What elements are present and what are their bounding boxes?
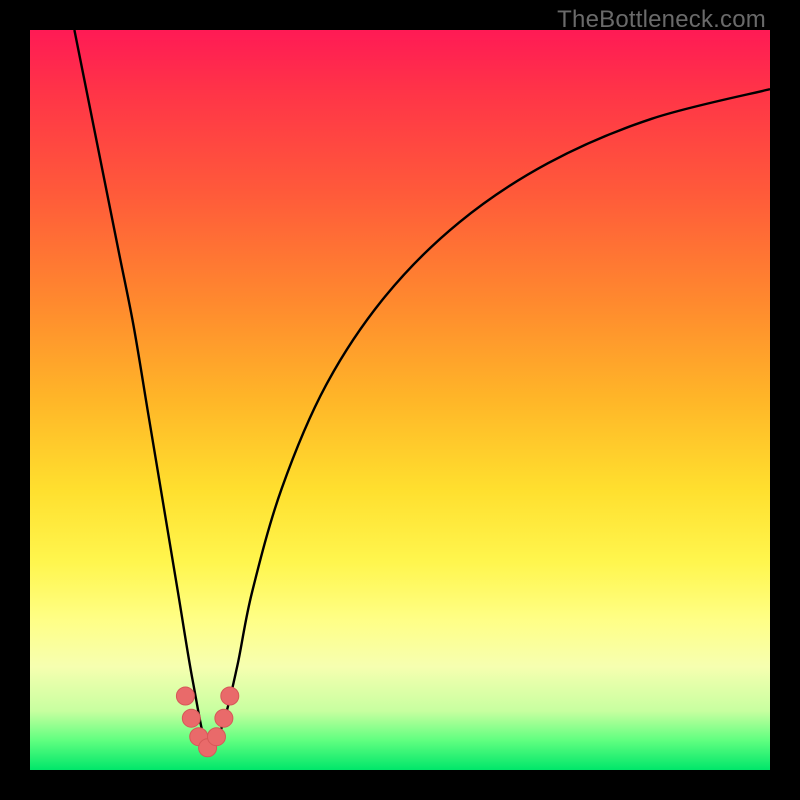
minimum-markers <box>176 687 238 757</box>
curve-layer <box>30 30 770 770</box>
minimum-marker <box>215 709 233 727</box>
chart-frame: TheBottleneck.com <box>0 0 800 800</box>
minimum-marker <box>176 687 194 705</box>
plot-area <box>30 30 770 770</box>
minimum-marker <box>182 709 200 727</box>
bottleneck-curve <box>74 30 770 750</box>
minimum-marker <box>207 728 225 746</box>
minimum-marker <box>221 687 239 705</box>
